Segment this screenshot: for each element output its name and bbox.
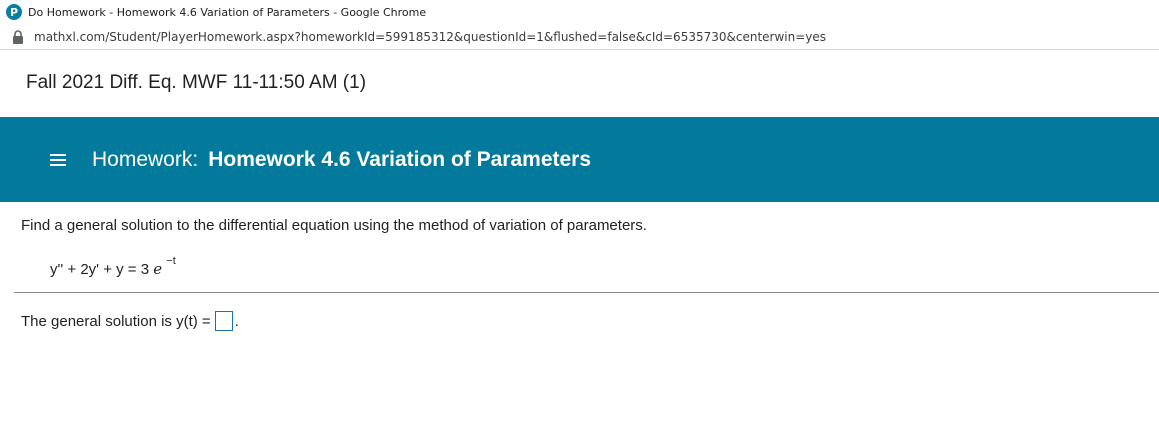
divider [14, 292, 1159, 293]
pearson-icon: P [6, 4, 22, 20]
equation-lhs: y'' + 2y' + y = 3 [50, 261, 150, 278]
homework-banner: Homework: Homework 4.6 Variation of Para… [0, 117, 1159, 202]
answer-row: The general solution is y(t) = . [21, 309, 239, 333]
equation-e: e [153, 260, 163, 278]
lock-icon [13, 30, 23, 44]
differential-equation: y'' + 2y' + y = 3 e −t [50, 255, 176, 278]
address-bar[interactable]: mathxl.com/Student/PlayerHomework.aspx?h… [0, 25, 1159, 50]
window-title: Do Homework - Homework 4.6 Variation of … [28, 5, 427, 19]
homework-name: Homework 4.6 Variation of Parameters [208, 147, 592, 171]
equation-exponent: −t [166, 255, 176, 267]
answer-suffix: . [234, 312, 239, 330]
course-title: Fall 2021 Diff. Eq. MWF 11-11:50 AM (1) [26, 72, 367, 93]
answer-input[interactable] [214, 311, 233, 331]
answer-prefix: The general solution is y(t) = [21, 312, 211, 330]
question-prompt: Find a general solution to the different… [21, 217, 647, 234]
url-text[interactable]: mathxl.com/Student/PlayerHomework.aspx?h… [34, 30, 826, 44]
banner-label: Homework: [92, 147, 199, 171]
window-titlebar: P Do Homework - Homework 4.6 Variation o… [0, 0, 1159, 24]
hamburger-menu-icon[interactable] [50, 153, 66, 167]
